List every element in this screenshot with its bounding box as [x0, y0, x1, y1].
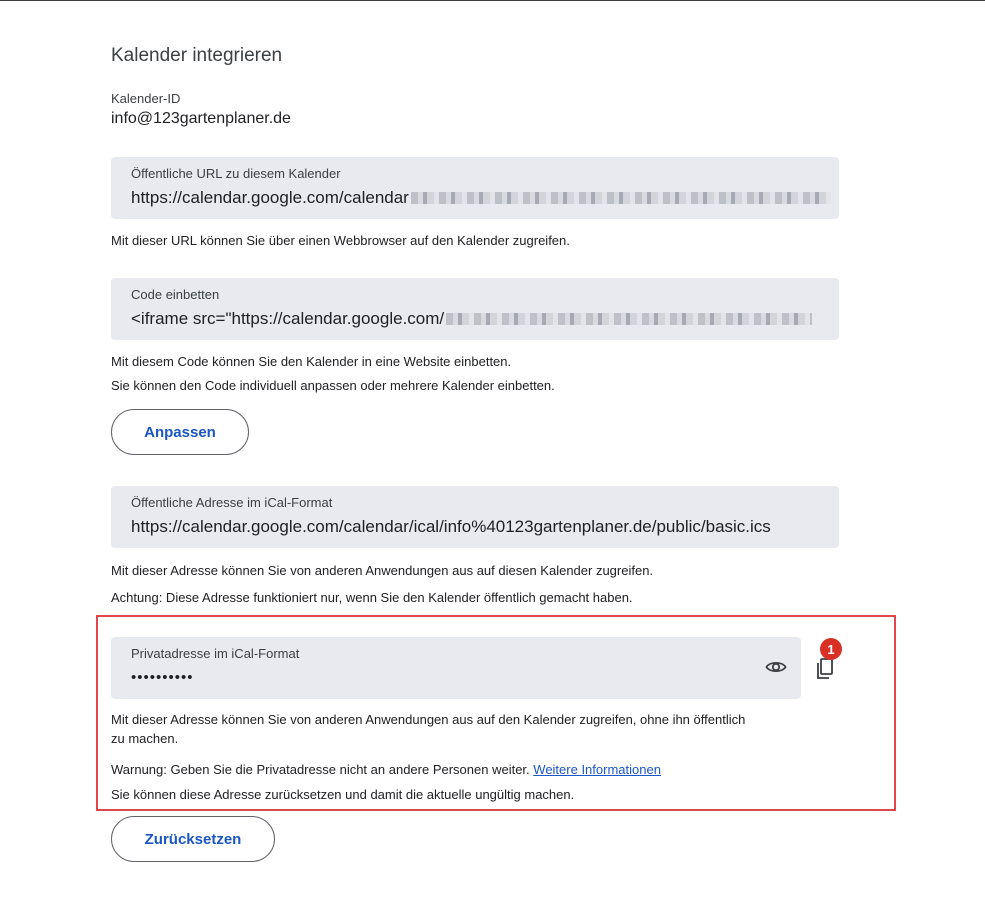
public-ical-field[interactable]: Öffentliche Adresse im iCal-Format https…: [111, 486, 839, 548]
public-url-text: https://calendar.google.com/calendar: [131, 188, 409, 207]
public-ical-value[interactable]: https://calendar.google.com/calendar/ica…: [131, 516, 839, 538]
embed-code-value[interactable]: <iframe src="https://calendar.google.com…: [131, 308, 839, 330]
step-badge: 1: [820, 638, 842, 660]
private-ical-label: Privatadresse im iCal-Format: [131, 646, 300, 661]
copy-icon[interactable]: [815, 657, 835, 681]
public-url-helper: Mit dieser URL können Sie über einen Web…: [111, 233, 570, 248]
warning-text: Warnung: Geben Sie die Privatadresse nic…: [111, 762, 530, 777]
public-url-value[interactable]: https://calendar.google.com/calendar: [131, 187, 839, 209]
embed-code-text: <iframe src="https://calendar.google.com…: [131, 309, 445, 328]
embed-code-helper-2: Sie können den Code individuell anpassen…: [111, 378, 555, 393]
public-url-label: Öffentliche URL zu diesem Kalender: [131, 166, 341, 181]
redacted-code-blur: [446, 313, 813, 325]
private-ical-helper-line2: zu machen.: [111, 731, 179, 746]
private-ical-helper-line1: Mit dieser Adresse können Sie von andere…: [111, 712, 746, 727]
public-ical-label: Öffentliche Adresse im iCal-Format: [131, 495, 333, 510]
more-info-link[interactable]: Weitere Informationen: [533, 762, 661, 777]
customize-button[interactable]: Anpassen: [111, 409, 249, 455]
top-divider: [0, 0, 985, 1]
private-ical-field[interactable]: Privatadresse im iCal-Format ••••••••••: [111, 637, 801, 699]
public-ical-helper-1: Mit dieser Adresse können Sie von andere…: [111, 563, 654, 578]
reset-note: Sie können diese Adresse zurücksetzen un…: [111, 787, 575, 802]
reset-button[interactable]: Zurücksetzen: [111, 816, 275, 862]
calendar-id-label: Kalender-ID: [111, 91, 181, 106]
embed-code-label: Code einbetten: [131, 287, 220, 302]
embed-code-helper-1: Mit diesem Code können Sie den Kalender …: [111, 354, 512, 369]
section-title: Kalender integrieren: [111, 45, 283, 66]
embed-code-field[interactable]: Code einbetten <iframe src="https://cale…: [111, 278, 839, 340]
private-ical-masked-value: ••••••••••: [131, 669, 194, 686]
show-password-eye-icon[interactable]: [764, 657, 788, 677]
public-url-field[interactable]: Öffentliche URL zu diesem Kalender https…: [111, 157, 839, 219]
private-ical-warning: Warnung: Geben Sie die Privatadresse nic…: [111, 762, 661, 777]
public-ical-helper-2: Achtung: Diese Adresse funktioniert nur,…: [111, 590, 633, 605]
redacted-url-blur: [410, 192, 831, 204]
calendar-id-value: info@123gartenplaner.de: [111, 110, 291, 127]
